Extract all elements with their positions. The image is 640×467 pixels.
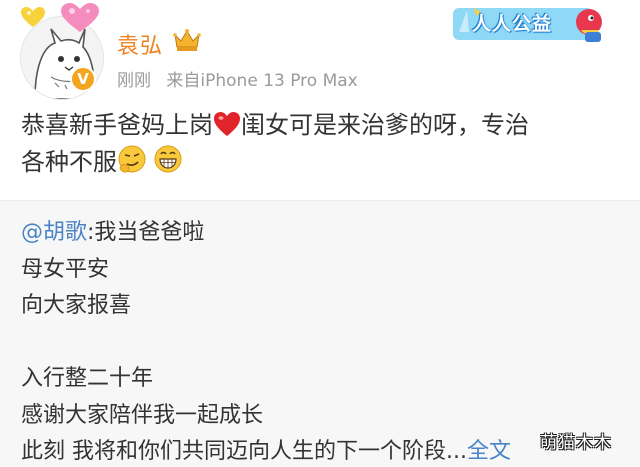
repost-first-line: :我当爸爸啦 <box>87 220 205 245</box>
repost-line: 母女平安 <box>21 256 110 282</box>
repost-blank-line <box>21 325 511 362</box>
repost-line: @胡歌:我当爸爸啦 <box>21 215 511 252</box>
full-text-link[interactable]: 全文 <box>467 439 511 464</box>
weibo-post: V 袁弘 刚刚 来自iPhone 13 Pro Max 人人公益 恭喜新手爸妈上… <box>0 0 640 467</box>
username[interactable]: 袁弘 <box>117 28 163 60</box>
post-text-part1: 恭喜新手爸妈上岗 <box>21 111 213 139</box>
watermark: 萌猫木木 <box>540 433 612 453</box>
mention-link[interactable]: @胡歌 <box>21 220 87 245</box>
repost-card[interactable]: @胡歌:我当爸爸啦 母女平安 向大家报喜 入行整二十年 感谢大家陪伴我一起成长 … <box>0 200 640 467</box>
charity-badge-label: 人人公益 <box>472 13 553 35</box>
crown-icon[interactable] <box>172 27 202 53</box>
post-text-part3: 各种不服 <box>21 148 117 176</box>
post-time: 刚刚 <box>117 71 151 91</box>
repost-text: @胡歌:我当爸爸啦 母女平安 向大家报喜 入行整二十年 感谢大家陪伴我一起成长 … <box>21 215 511 467</box>
repost-last-line: 此刻 我将和你们共同迈向人生的下一个阶段... <box>21 439 467 464</box>
post-meta: 刚刚 来自iPhone 13 Pro Max <box>117 66 358 91</box>
post-text-part2: 闺女可是来治爹的呀，专治 <box>241 111 529 139</box>
balloon-heart-icon <box>61 3 99 32</box>
post-text: 恭喜新手爸妈上岗 闺女可是来治爹的呀，专治 各种不服 <box>21 107 631 181</box>
repost-line: 感谢大家陪伴我一起成长 <box>21 402 264 428</box>
repost-line: 入行整二十年 <box>21 366 154 391</box>
grin-emoji-icon <box>154 145 182 173</box>
verified-badge: V <box>70 66 96 92</box>
smirk-emoji-icon <box>118 145 146 173</box>
post-source[interactable]: 来自iPhone 13 Pro Max <box>166 71 357 91</box>
post-header: V 袁弘 刚刚 来自iPhone 13 Pro Max 人人公益 <box>0 0 640 100</box>
repost-line: 向大家报喜 <box>21 293 132 318</box>
repost-line: 此刻 我将和你们共同迈向人生的下一个阶段...全文 <box>21 434 511 467</box>
heart-icon <box>214 112 240 136</box>
heart-pin-icon <box>21 7 45 27</box>
